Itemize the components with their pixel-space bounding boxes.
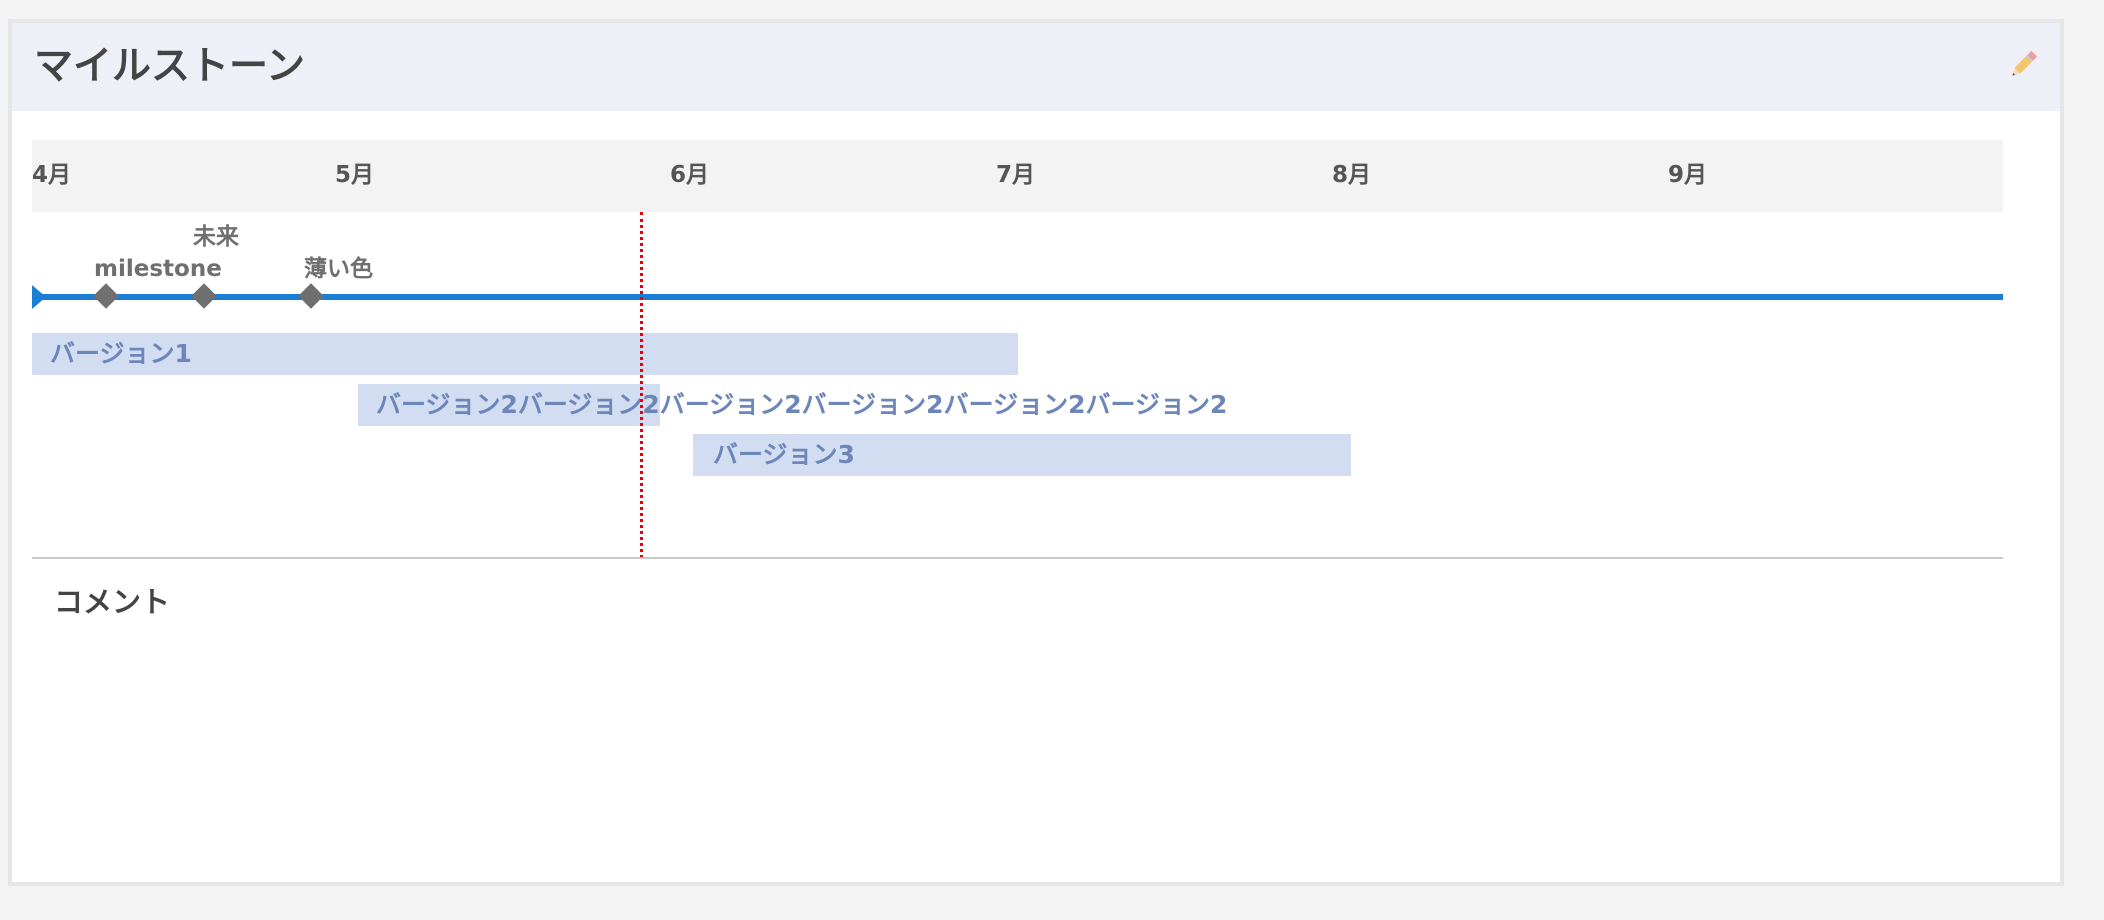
month-label-september: 9月 xyxy=(1668,162,1708,188)
panel-title: マイルストーン xyxy=(34,44,306,89)
divider xyxy=(32,557,2003,559)
milestone-label[interactable]: 未来 xyxy=(193,223,239,251)
version-label[interactable]: バージョン2バージョン2バージョン2バージョン2バージョン2バージョン2 xyxy=(376,384,1227,426)
pencil-icon xyxy=(2012,50,2038,76)
month-header: 4月 5月 6月 7月 8月 9月 xyxy=(32,140,2003,212)
timeline-start-marker xyxy=(32,285,46,309)
milestone-marker[interactable] xyxy=(93,283,119,309)
milestone-label[interactable]: 薄い色 xyxy=(304,255,373,283)
milestone-marker[interactable] xyxy=(298,283,324,309)
month-label-july: 7月 xyxy=(996,162,1036,188)
milestone-line xyxy=(32,294,2003,300)
milestone-panel: マイルストーン 4月 5月 6月 7月 8月 9月 milestone 未来 薄… xyxy=(8,19,2064,886)
month-label-may: 5月 xyxy=(335,162,375,188)
version-label[interactable]: バージョン1 xyxy=(50,333,192,375)
milestone-label[interactable]: milestone xyxy=(94,255,222,283)
edit-button[interactable] xyxy=(2003,45,2043,85)
panel-header: マイルストーン xyxy=(12,23,2060,111)
milestone-marker[interactable] xyxy=(191,283,217,309)
version-label[interactable]: バージョン3 xyxy=(713,434,855,476)
today-line xyxy=(640,212,643,558)
month-label-june: 6月 xyxy=(670,162,710,188)
month-label-august: 8月 xyxy=(1332,162,1372,188)
gantt-area: milestone 未来 薄い色 バージョン1 バージョン2バージョン2バージョ… xyxy=(32,212,2003,558)
month-label-april: 4月 xyxy=(32,162,72,188)
comment-label: コメント xyxy=(54,585,171,619)
